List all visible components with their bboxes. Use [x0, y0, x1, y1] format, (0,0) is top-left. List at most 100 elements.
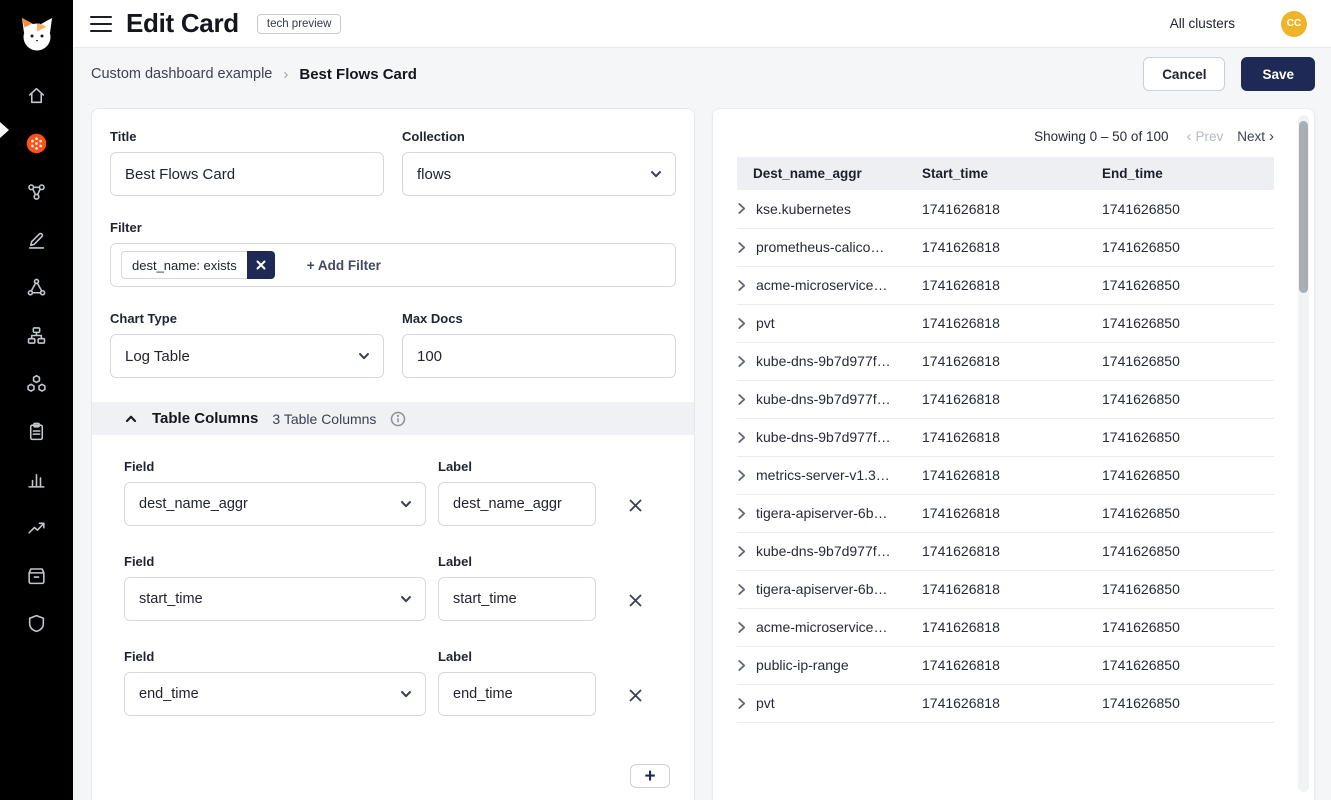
preview-panel: Showing 0 – 50 of 100 ‹ Prev Next › Dest [712, 108, 1315, 800]
table-row[interactable]: kube-dns-9b7d977f…17416268181741626850 [737, 380, 1274, 418]
expand-row-icon[interactable] [737, 583, 746, 596]
table-row[interactable]: tigera-apiserver-6b…17416268181741626850 [737, 494, 1274, 532]
filter-label: Filter [110, 220, 676, 235]
filter-chip: dest_name: exists [121, 251, 275, 279]
table-row[interactable]: kube-dns-9b7d977f…17416268181741626850 [737, 342, 1274, 380]
chevron-right-icon: › [1269, 129, 1274, 144]
pen-icon[interactable] [0, 215, 73, 263]
table-row[interactable]: pvt17416268181741626850 [737, 304, 1274, 342]
expand-row-icon[interactable] [737, 202, 746, 215]
table-header-row: Dest_name_aggr Start_time End_time [737, 157, 1274, 190]
hamburger-menu-icon[interactable] [90, 16, 112, 32]
app-root: Edit Card tech preview All clusters CC C… [0, 0, 1331, 800]
topbar: Edit Card tech preview All clusters CC [73, 0, 1331, 48]
label-input[interactable] [438, 577, 596, 621]
breadcrumb-current: Best Flows Card [299, 66, 417, 83]
field-label: Field [124, 554, 426, 569]
expand-row-icon[interactable] [737, 355, 746, 368]
remove-column-icon[interactable] [628, 688, 643, 703]
content: Title Collection flows Filter [73, 100, 1331, 800]
breadcrumb-bar: Custom dashboard example › Best Flows Ca… [73, 48, 1331, 100]
max-docs-input[interactable] [402, 334, 676, 378]
remove-column-icon[interactable] [628, 593, 643, 608]
chevron-down-icon [399, 592, 413, 606]
chevron-down-icon [399, 497, 413, 511]
expand-row-icon[interactable] [737, 507, 746, 520]
scrollbar-track[interactable] [1298, 115, 1309, 792]
hexagons-icon[interactable] [0, 359, 73, 407]
chevron-up-icon [124, 412, 138, 426]
remove-filter-icon[interactable] [247, 251, 275, 279]
expand-row-icon[interactable] [737, 469, 746, 482]
chevron-down-icon [649, 167, 663, 181]
main-area: Edit Card tech preview All clusters CC C… [73, 0, 1331, 800]
field-select[interactable]: start_time [124, 577, 426, 621]
tech-preview-badge: tech preview [257, 14, 342, 34]
dashboards-icon[interactable] [0, 119, 73, 167]
add-filter-button[interactable]: + Add Filter [301, 257, 387, 274]
calico-cat-logo[interactable] [15, 12, 59, 56]
table-row[interactable]: prometheus-calico…17416268181741626850 [737, 228, 1274, 266]
save-button[interactable]: Save [1241, 57, 1315, 91]
field-label: Field [124, 649, 426, 664]
table-row[interactable]: metrics-server-v1.3…17416268181741626850 [737, 456, 1274, 494]
network-nodes-icon[interactable] [0, 263, 73, 311]
clipboard-icon[interactable] [0, 407, 73, 455]
table-row[interactable]: acme-microservice…17416268181741626850 [737, 266, 1274, 304]
breadcrumb-parent[interactable]: Custom dashboard example [91, 66, 272, 82]
scrollbar-thumb[interactable] [1299, 121, 1308, 293]
shield-icon[interactable] [0, 599, 73, 647]
table-columns-collapse-header[interactable]: Table Columns 3 Table Columns [92, 402, 694, 435]
service-graph-icon[interactable] [0, 167, 73, 215]
table-row[interactable]: kube-dns-9b7d977f…17416268181741626850 [737, 418, 1274, 456]
column-header: Dest_name_aggr [737, 157, 922, 190]
active-page-marker [0, 122, 9, 138]
table-row[interactable]: kube-dns-9b7d977f…17416268181741626850 [737, 532, 1274, 570]
table-row[interactable]: public-ip-range17416268181741626850 [737, 646, 1274, 684]
column-row: Field end_time Label [124, 643, 676, 716]
column-header: Start_time [922, 157, 1102, 190]
avatar[interactable]: CC [1281, 11, 1307, 37]
expand-row-icon[interactable] [737, 279, 746, 292]
sidebar-nav [0, 71, 73, 647]
expand-row-icon[interactable] [737, 241, 746, 254]
expand-row-icon[interactable] [737, 431, 746, 444]
table-columns-body: Field dest_name_aggr Label [110, 435, 676, 738]
collection-select[interactable]: flows [402, 152, 676, 196]
label-input[interactable] [438, 482, 596, 526]
table-row[interactable]: acme-microservice…17416268181741626850 [737, 608, 1274, 646]
hierarchy-icon[interactable] [0, 311, 73, 359]
cancel-button[interactable]: Cancel [1143, 57, 1225, 91]
expand-row-icon[interactable] [737, 393, 746, 406]
expand-row-icon[interactable] [737, 621, 746, 634]
expand-row-icon[interactable] [737, 545, 746, 558]
info-icon[interactable] [390, 411, 406, 427]
breadcrumb-separator-icon: › [283, 66, 288, 83]
chevron-down-icon [399, 687, 413, 701]
expand-row-icon[interactable] [737, 697, 746, 710]
showing-count: Showing 0 – 50 of 100 [1034, 129, 1168, 144]
prev-page-button[interactable]: ‹ Prev [1186, 129, 1223, 144]
field-label: Field [124, 459, 426, 474]
table-row[interactable]: kse.kubernetes17416268181741626850 [737, 190, 1274, 228]
expand-row-icon[interactable] [737, 659, 746, 672]
table-columns-title: Table Columns [152, 410, 258, 427]
expand-row-icon[interactable] [737, 317, 746, 330]
chart-type-select[interactable]: Log Table [110, 334, 384, 378]
field-select[interactable]: dest_name_aggr [124, 482, 426, 526]
label-label: Label [438, 649, 596, 664]
label-input[interactable] [438, 672, 596, 716]
remove-column-icon[interactable] [628, 498, 643, 513]
title-input[interactable] [110, 152, 384, 196]
add-column-button[interactable]: + [630, 764, 670, 788]
table-row[interactable]: tigera-apiserver-6b…17416268181741626850 [737, 570, 1274, 608]
storage-box-icon[interactable] [0, 551, 73, 599]
filter-box: dest_name: exists + Add Filter [110, 243, 676, 287]
field-select[interactable]: end_time [124, 672, 426, 716]
home-icon[interactable] [0, 71, 73, 119]
table-row[interactable]: pvt17416268181741626850 [737, 684, 1274, 722]
bar-chart-icon[interactable] [0, 455, 73, 503]
next-page-button[interactable]: Next › [1237, 129, 1274, 144]
trend-up-icon[interactable] [0, 503, 73, 551]
all-clusters-selector[interactable]: All clusters [1170, 16, 1235, 31]
